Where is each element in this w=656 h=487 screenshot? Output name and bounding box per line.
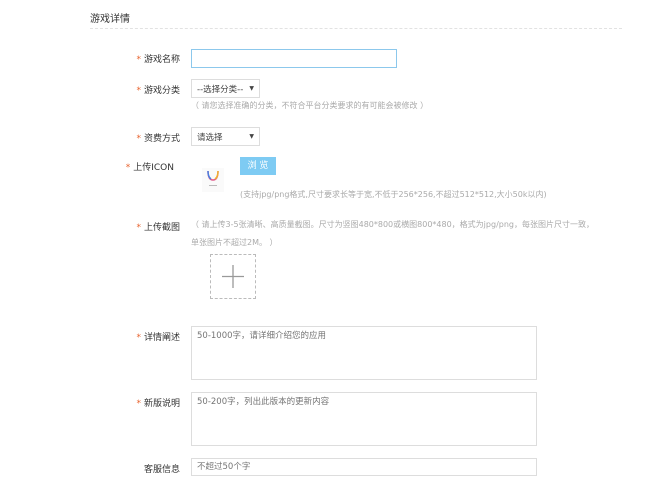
browse-button[interactable]: 浏 览 bbox=[240, 157, 276, 175]
required-star: * bbox=[136, 134, 141, 144]
selected-value: 请选择 bbox=[197, 132, 223, 143]
label-text: 游戏名称 bbox=[143, 55, 180, 65]
app-icon-preview bbox=[202, 168, 224, 192]
description-textarea[interactable] bbox=[191, 326, 537, 380]
game-category-select[interactable]: --选择分类-- ▼ bbox=[191, 79, 260, 98]
required-star: * bbox=[136, 399, 141, 409]
label-text: 客服信息 bbox=[143, 465, 180, 475]
required-star: * bbox=[125, 163, 131, 173]
game-name-label: * 游戏名称 bbox=[90, 52, 180, 65]
support-info-label: 客服信息 bbox=[90, 462, 180, 475]
release-notes-textarea[interactable] bbox=[191, 392, 537, 446]
label-text: 新版说明 bbox=[143, 399, 180, 409]
support-info-input[interactable] bbox=[191, 458, 537, 476]
label-text: 上传截图 bbox=[143, 223, 180, 233]
category-hint: （ 请您选择准确的分类，不符合平台分类要求的有可能会被修改 ） bbox=[191, 101, 429, 110]
screenshots-hint-line2: 单张图片不超过2M。 ） bbox=[191, 238, 278, 247]
description-label: * 详情阐述 bbox=[90, 330, 180, 343]
upload-screenshots-label: * 上传截图 bbox=[90, 220, 180, 233]
icon-hint: (支持jpg/png格式,尺寸要求长等于宽,不低于256*256,不超过512*… bbox=[240, 190, 547, 199]
upload-icon-label: * 上传ICON bbox=[90, 160, 174, 173]
section-title: 游戏详情 bbox=[90, 14, 130, 25]
dropdown-arrow-icon: ▼ bbox=[249, 85, 254, 92]
screenshots-hint-line1: （ 请上传3-5张清晰、高质量截图。尺寸为竖图480*800或横图800*480… bbox=[191, 220, 594, 229]
pricing-select[interactable]: 请选择 ▼ bbox=[191, 127, 260, 146]
plus-icon bbox=[222, 265, 244, 288]
required-star: * bbox=[136, 223, 141, 233]
game-category-label: * 游戏分类 bbox=[90, 83, 180, 96]
add-screenshot-button[interactable] bbox=[210, 254, 256, 299]
game-name-input[interactable] bbox=[191, 49, 397, 68]
required-star: * bbox=[136, 86, 141, 96]
label-text: 上传ICON bbox=[133, 163, 174, 173]
required-star: * bbox=[136, 55, 141, 65]
divider bbox=[90, 28, 622, 29]
label-text: 详情阐述 bbox=[143, 333, 180, 343]
label-text: 游戏分类 bbox=[143, 86, 180, 96]
release-notes-label: * 新版说明 bbox=[90, 396, 180, 409]
required-star: * bbox=[136, 333, 141, 343]
label-text: 资费方式 bbox=[143, 134, 180, 144]
dropdown-arrow-icon: ▼ bbox=[249, 133, 254, 140]
pricing-label: * 资费方式 bbox=[90, 131, 180, 144]
selected-value: --选择分类-- bbox=[197, 84, 244, 95]
